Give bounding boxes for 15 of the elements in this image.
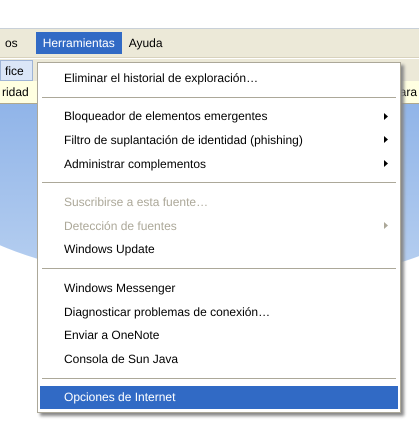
info-bar-text: ridad (2, 85, 29, 99)
menu-item[interactable]: Administrar complementos (40, 152, 398, 176)
menu-bar-item[interactable]: os (5, 32, 25, 54)
menu-item[interactable]: Enviar a OneNote (40, 323, 398, 347)
menu-bar-item[interactable]: Ayuda (122, 32, 170, 54)
menu-item[interactable]: Filtro de suplantación de identidad (phishing) (40, 128, 398, 152)
menu-item[interactable]: Consola de Sun Java (40, 346, 398, 371)
toolbar-tab[interactable]: fice (0, 60, 33, 81)
menu-bar-item[interactable]: Herramientas (36, 32, 122, 54)
menu-item[interactable]: Windows Messenger (40, 276, 398, 300)
menu-item[interactable]: Opciones de Internet (40, 386, 398, 410)
menu-item[interactable]: Diagnosticar problemas de conexión… (40, 300, 398, 324)
menu-item[interactable]: Eliminar el historial de exploración… (40, 66, 398, 90)
menu-item[interactable]: Bloqueador de elementos emergentes (40, 104, 398, 128)
menu-item[interactable]: Windows Update (40, 238, 398, 262)
